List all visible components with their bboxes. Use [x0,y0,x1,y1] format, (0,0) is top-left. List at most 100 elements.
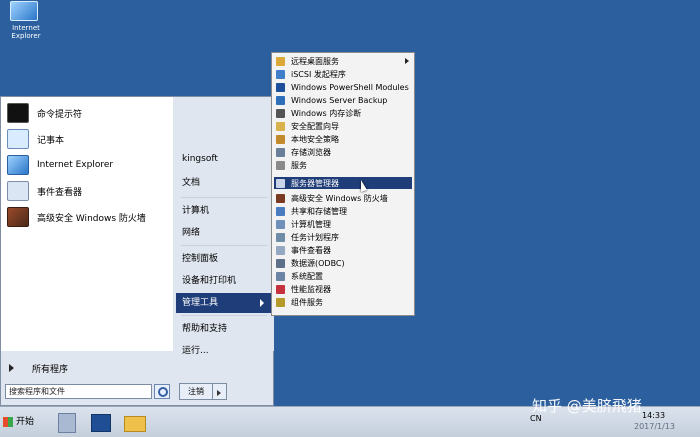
submenu-item-label: 组件服务 [291,297,323,307]
share-storage-icon [276,206,285,216]
submenu-item-label: 共享和存储管理 [291,206,347,216]
admin-tools-submenu: 远程桌面服务 iSCSI 发起程序 Windows PowerShell Mod… [271,52,415,316]
submenu-item-system-config[interactable]: 系统配置 [274,270,412,282]
places-item-documents[interactable]: 文档 [176,173,272,193]
places-item-help-support[interactable]: 帮助和支持 [176,319,272,339]
mouse-pointer-icon [361,180,367,192]
submenu-item-iscsi[interactable]: iSCSI 发起程序 [274,68,412,80]
memory-diagnostic-icon [276,108,285,118]
chevron-right-icon [405,58,409,64]
search-button[interactable] [154,384,170,399]
submenu-item-server-backup[interactable]: Windows Server Backup [274,94,412,106]
pinned-item-firewall[interactable]: 高级安全 Windows 防火墙 [4,205,170,229]
submenu-item-memory-diagnostic[interactable]: Windows 内存诊断 [274,107,412,119]
places-item-control-panel[interactable]: 控制面板 [176,249,272,269]
storage-explorer-icon [276,147,285,157]
windows-logo-icon [3,417,13,427]
firewall-icon [7,207,29,227]
submenu-item-remote-desktop[interactable]: 远程桌面服务 [274,55,412,67]
submenu-item-label: iSCSI 发起程序 [291,69,346,79]
submenu-item-computer-management[interactable]: 计算机管理 [274,218,412,230]
places-separator [181,245,267,246]
remote-desktop-icon [276,56,285,66]
start-button[interactable]: 开始 [0,410,38,434]
performance-monitor-icon [276,284,285,294]
places-item-kingsoft[interactable]: kingsoft [176,149,272,169]
powershell-icon [276,82,285,92]
taskbar-app-server-manager[interactable] [52,410,80,434]
pinned-item-label: 命令提示符 [37,109,83,120]
submenu-item-label: 安全配置向导 [291,121,339,131]
submenu-item-local-security-policy[interactable]: 本地安全策略 [274,133,412,145]
system-config-icon [276,271,285,281]
submenu-item-firewall[interactable]: 高级安全 Windows 防火墙 [274,192,412,204]
pinned-item-label: 记事本 [37,135,65,146]
search-input[interactable]: 搜索程序和文件 [5,384,152,399]
submenu-item-label: 性能监视器 [291,284,331,294]
clock-time[interactable]: 14:33 [642,411,665,420]
task-scheduler-icon [276,232,285,242]
places-item-run[interactable]: 运行... [176,341,272,361]
submenu-item-storage-explorer[interactable]: 存储浏览器 [274,146,412,158]
places-item-devices-printers[interactable]: 设备和打印机 [176,271,272,291]
places-item-admin-tools[interactable]: 管理工具 [176,293,272,313]
taskbar-app-powershell[interactable] [86,410,114,434]
submenu-item-powershell-modules[interactable]: Windows PowerShell Modules [274,81,412,93]
places-item-computer[interactable]: 计算机 [176,201,272,221]
admin-tools-label: 管理工具 [182,298,219,308]
submenu-item-security-wizard[interactable]: 安全配置向导 [274,120,412,132]
all-programs-label: 所有程序 [32,364,69,375]
submenu-item-label: 存储浏览器 [291,147,331,157]
submenu-item-event-viewer[interactable]: 事件查看器 [274,244,412,256]
submenu-item-services[interactable]: 服务 [274,159,412,171]
submenu-item-label: 远程桌面服务 [291,56,339,66]
places-item-network[interactable]: 网络 [176,223,272,243]
internet-explorer-icon [7,155,29,175]
cmd-icon [7,103,29,123]
local-security-policy-icon [276,134,285,144]
submenu-item-performance-monitor[interactable]: 性能监视器 [274,283,412,295]
submenu-item-component-services[interactable]: 组件服务 [274,296,412,308]
component-services-icon [276,297,285,307]
pinned-item-label: 事件查看器 [37,187,83,198]
submenu-item-label: Windows PowerShell Modules [291,82,409,92]
event-viewer-icon [276,245,285,255]
logoff-button[interactable]: 注销 [179,383,213,400]
places-separator [181,197,267,198]
places-separator [181,315,267,316]
event-viewer-icon [7,181,29,201]
backup-icon [276,95,285,105]
submenu-item-odbc[interactable]: 数据源(ODBC) [274,257,412,269]
taskbar-app-explorer[interactable] [120,410,148,434]
submenu-item-server-manager[interactable]: 服务器管理器 [274,177,412,189]
start-menu-places-pane: kingsoft 文档 计算机 网络 控制面板 设备和打印机 管理工具 帮助和支… [173,97,415,356]
desktop-icon-internet-explorer[interactable]: Internet Explorer [2,0,46,42]
submenu-item-label: 数据源(ODBC) [291,258,345,268]
explorer-folder-icon [124,416,146,432]
pinned-item-cmd[interactable]: 命令提示符 [4,101,170,125]
server-manager-icon [276,178,285,188]
chevron-right-icon [9,364,14,372]
start-menu-pinned-pane: 命令提示符 记事本 Internet Explorer 事件查看器 高级安全 W… [1,97,174,351]
desktop-icon-label: Internet Explorer [11,24,41,40]
submenu-item-label: 服务器管理器 [291,178,339,188]
chevron-right-icon [260,299,264,307]
submenu-item-label: 计算机管理 [291,219,331,229]
start-menu: 命令提示符 记事本 Internet Explorer 事件查看器 高级安全 W… [0,96,415,406]
search-icon [158,387,168,397]
pinned-item-notepad[interactable]: 记事本 [4,127,170,151]
computer-management-icon [276,219,285,229]
submenu-item-label: 服务 [291,160,307,170]
notepad-icon [7,129,29,149]
pinned-item-internet-explorer[interactable]: Internet Explorer [4,153,170,177]
start-button-label: 开始 [16,417,35,427]
submenu-item-task-scheduler[interactable]: 任务计划程序 [274,231,412,243]
firewall-icon [276,193,285,203]
shutdown-options-button[interactable] [213,383,227,400]
clock-date[interactable]: 2017/1/13 [634,422,675,431]
pinned-item-event-viewer[interactable]: 事件查看器 [4,179,170,203]
all-programs-button[interactable]: 所有程序 [1,359,173,377]
odbc-icon [276,258,285,268]
submenu-item-share-storage[interactable]: 共享和存储管理 [274,205,412,217]
watermark-text: 知乎 @美脐飛猪 [532,397,642,415]
